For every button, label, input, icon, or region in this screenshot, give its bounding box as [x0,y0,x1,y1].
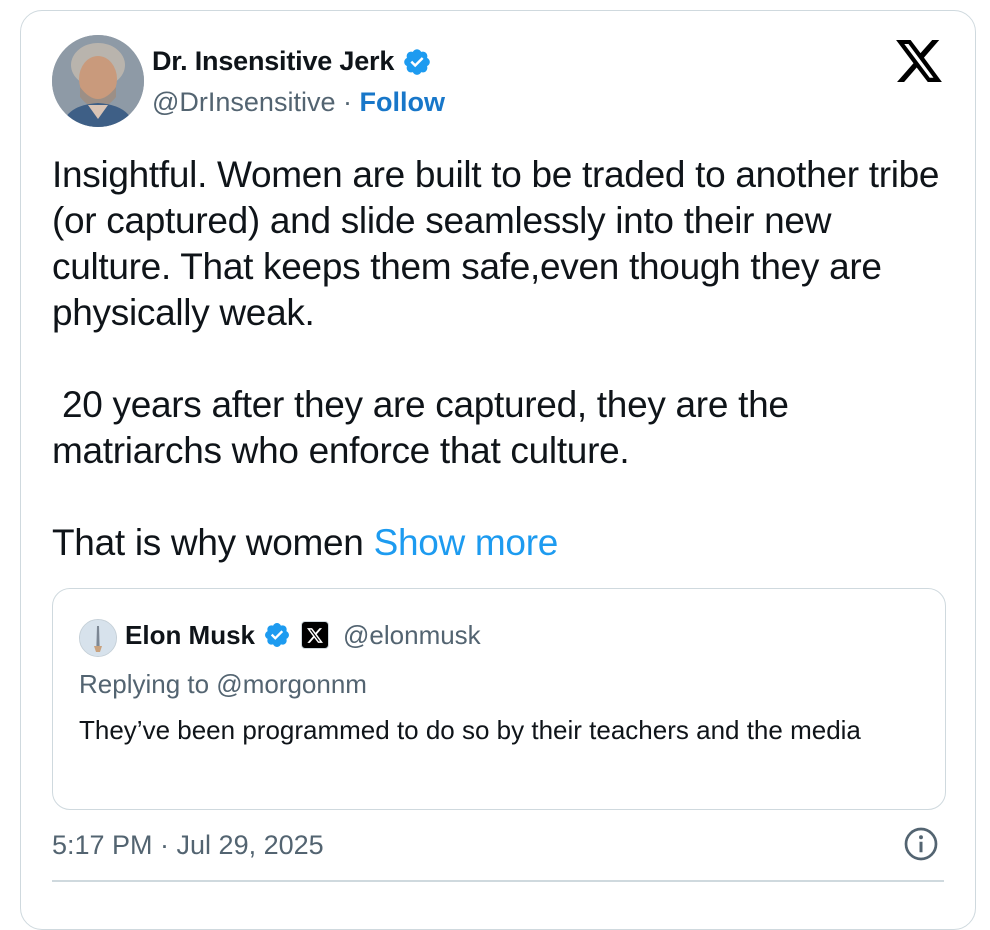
author-name[interactable]: Dr. Insensitive Jerk [152,46,394,77]
verified-badge-icon [265,623,289,647]
tweet-paragraph-2: 20 years after they are captured, they a… [52,384,799,471]
quoted-author-handle[interactable]: @elonmusk [343,620,481,651]
quoted-tweet[interactable]: Elon Musk @elonmusk Replying to @morgonn… [52,588,946,810]
tweet-paragraph-1: Insightful. Women are built to be traded… [52,154,940,333]
show-more-link[interactable]: Show more [374,522,559,563]
x-logo-icon [307,627,324,643]
quoted-text: They’ve been programmed to do so by thei… [79,715,861,745]
quoted-author-name[interactable]: Elon Musk [125,620,255,651]
separator: · [335,87,360,117]
author-avatar[interactable] [52,35,144,127]
info-icon[interactable] [903,826,939,862]
author-name-row: Dr. Insensitive Jerk [152,46,432,77]
tweet-body: Insightful. Women are built to be traded… [52,152,952,566]
quoted-avatar[interactable] [79,619,117,657]
verified-badge-icon [404,48,430,75]
replying-to: Replying to @morgonnm [79,669,367,699]
tweet-paragraph-3-text: That is why women [52,522,374,563]
tweet-paragraph-3: That is why women Show more [52,520,952,566]
author-handle[interactable]: @DrInsensitive [152,87,335,117]
avatar-photo [52,35,144,127]
quoted-avatar-image [80,620,116,656]
quoted-header: Elon Musk @elonmusk [125,617,481,653]
tweet-timestamp[interactable]: 5:17 PM · Jul 29, 2025 [52,830,324,861]
author-handle-row: @DrInsensitive · Follow [152,87,445,118]
x-logo-icon[interactable] [896,40,942,82]
follow-button[interactable]: Follow [359,87,444,117]
affiliate-x-badge-icon [301,621,330,649]
divider [52,880,944,882]
